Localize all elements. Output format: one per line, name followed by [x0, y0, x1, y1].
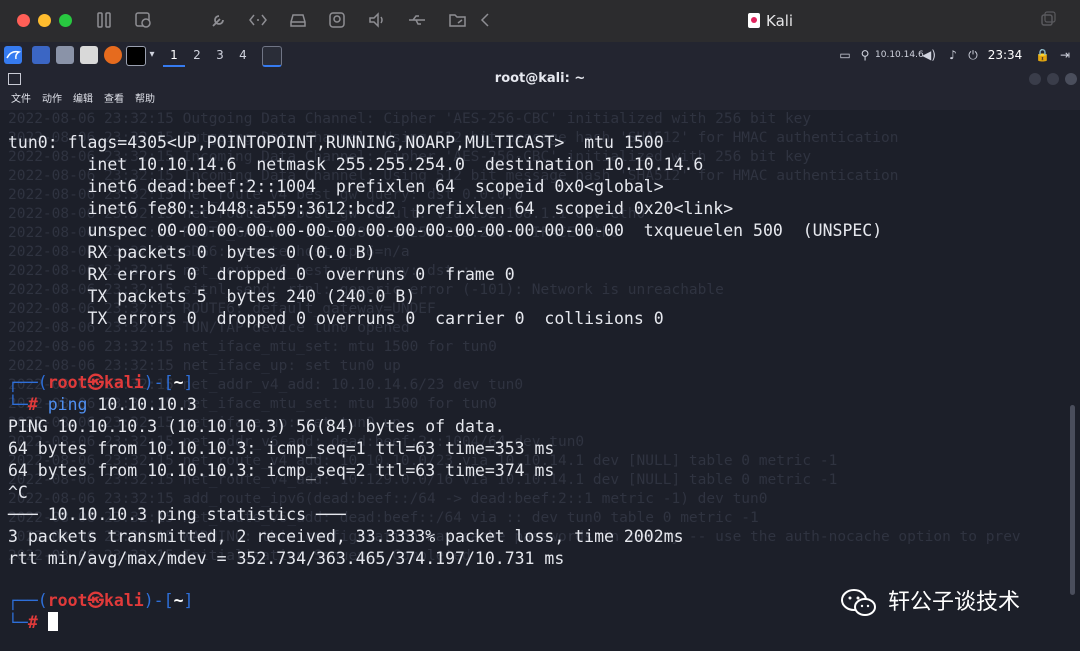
output-line: TX errors 0 dropped 0 overruns 0 carrier…: [8, 309, 664, 328]
clock[interactable]: 23:34: [985, 45, 1025, 65]
output-line: rtt min/avg/max/mdev = 352.734/363.465/3…: [8, 549, 565, 568]
minimize-button[interactable]: [1029, 73, 1041, 85]
menu-view[interactable]: 查看: [104, 92, 124, 108]
zoom-window-button[interactable]: [59, 14, 72, 27]
prompt-at: ㉿: [87, 373, 105, 392]
output-line: inet6 fe80::b448:a559:3612:bcd2 prefixle…: [8, 199, 734, 218]
prompt-dir: ~: [173, 373, 184, 392]
firefox-icon[interactable]: [104, 46, 122, 64]
menu-edit[interactable]: 编辑: [73, 92, 93, 108]
terminal-titlebar: root@kali: ~: [0, 68, 1080, 90]
notification-bell-icon[interactable]: ♪: [946, 45, 960, 65]
prompt-hash: #: [27, 613, 38, 632]
wrench-icon[interactable]: [210, 11, 228, 34]
prompt-host: kali: [104, 591, 144, 610]
prompt-bracket: )-[: [143, 373, 174, 392]
back-icon[interactable]: [479, 11, 491, 34]
kali-vm-icon: [748, 13, 760, 28]
output-line: tun0: flags=4305<UP,POINTOPOINT,RUNNING,…: [8, 133, 664, 152]
chevron-down-icon[interactable]: ▾: [146, 45, 158, 65]
speaker-icon[interactable]: [368, 11, 386, 34]
output-line: RX packets 0 bytes 0 (0.0 B): [8, 243, 376, 262]
scrollbar[interactable]: [1070, 405, 1075, 595]
close-button[interactable]: [1065, 73, 1077, 85]
prompt-at: ㉿: [87, 591, 105, 610]
command-name: ping: [37, 395, 88, 414]
pause-icon[interactable]: [96, 11, 112, 34]
watermark-text: 轩公子谈技术: [888, 590, 1021, 615]
output-line: ^C: [8, 483, 28, 502]
usb-icon[interactable]: [407, 11, 427, 34]
menu-file[interactable]: 文件: [11, 92, 31, 108]
vpn-icon[interactable]: ⚲: [858, 45, 872, 65]
menu-actions[interactable]: 动作: [42, 92, 62, 108]
prompt-corner: └─: [8, 395, 28, 414]
terminal-menubar: 文件 动作 编辑 查看 帮助: [0, 90, 1080, 110]
output-line: 64 bytes from 10.10.10.3: icmp_seq=2 ttl…: [8, 461, 555, 480]
command-line[interactable]: └─#: [8, 612, 58, 634]
prompt-hash: #: [27, 395, 38, 414]
terminal-icon[interactable]: [126, 46, 146, 66]
minimize-window-button[interactable]: [38, 14, 51, 27]
snapshot-icon[interactable]: [134, 11, 152, 34]
command-line: └─# ping 10.10.10.3: [8, 394, 197, 416]
prompt-bracket: ┌──(: [8, 591, 48, 610]
workspace-4[interactable]: 4: [232, 45, 254, 65]
vpn-ip-address: 10.10.14.6: [875, 50, 924, 60]
output-line: inet6 dead:beef:2::1004 prefixlen 64 sco…: [8, 177, 664, 196]
desktop-icon[interactable]: [32, 46, 50, 64]
prompt-user: root: [47, 591, 88, 610]
prompt-corner: └─: [8, 613, 28, 632]
prompt-dir: ~: [173, 591, 184, 610]
camera-icon[interactable]: [328, 11, 346, 34]
prompt-bracket: ┌──(: [8, 373, 48, 392]
monitor-icon[interactable]: ▭: [838, 45, 852, 65]
menu-help[interactable]: 帮助: [135, 92, 155, 108]
vm-title: Kali: [766, 12, 794, 30]
folder-share-icon[interactable]: [448, 11, 468, 34]
code-icon[interactable]: [248, 11, 268, 34]
prompt-bracket: )-[: [143, 591, 174, 610]
text-cursor: [47, 612, 58, 631]
output-line: TX packets 5 bytes 240 (240.0 B): [8, 287, 416, 306]
prompt-bracket: ]: [183, 373, 194, 392]
close-window-button[interactable]: [17, 14, 30, 27]
file-manager-icon[interactable]: [56, 46, 74, 64]
output-line: PING 10.10.10.3 (10.10.10.3) 56(84) byte…: [8, 417, 505, 436]
workspace-3[interactable]: 3: [209, 45, 231, 65]
text-editor-icon[interactable]: [80, 46, 98, 64]
output-line: unspec 00-00-00-00-00-00-00-00-00-00-00-…: [8, 221, 883, 240]
kali-top-panel: ▾ 1 2 3 4 ▭ ⚲ 10.10.14.6 ◀) ♪ ⏻ 23:34 🔒 …: [0, 42, 1080, 69]
prompt-line: ┌──(root㉿kali)-[~]: [8, 372, 193, 394]
kali-menu-icon[interactable]: [4, 46, 22, 64]
taskbar-terminal-icon[interactable]: [262, 46, 282, 67]
terminal-title: root@kali: ~: [494, 71, 586, 86]
volume-icon[interactable]: ◀): [922, 45, 936, 65]
workspace-1[interactable]: 1: [163, 45, 185, 67]
prompt-line: ┌──(root㉿kali)-[~]: [8, 590, 193, 612]
lock-icon[interactable]: 🔒: [1035, 45, 1050, 65]
prompt-user: root: [47, 373, 88, 392]
output-line: ─── 10.10.10.3 ping statistics ───: [8, 505, 346, 524]
output-line: 64 bytes from 10.10.10.3: icmp_seq=1 ttl…: [8, 439, 555, 458]
vm-toolbar: Kali: [0, 0, 1080, 43]
power-icon[interactable]: ⏻: [966, 45, 980, 65]
output-line: RX errors 0 dropped 0 overruns 0 frame 0: [8, 265, 515, 284]
prompt-bracket: ]: [183, 591, 194, 610]
command-args: 10.10.10.3: [87, 395, 197, 414]
output-line: inet 10.10.14.6 netmask 255.255.254.0 de…: [8, 155, 704, 174]
disk-icon[interactable]: [289, 11, 307, 34]
terminal-body[interactable]: 2022-08-06 23:32:15 Outgoing Data Channe…: [0, 110, 1080, 651]
workspace-2[interactable]: 2: [186, 45, 208, 65]
prompt-host: kali: [104, 373, 144, 392]
logout-icon[interactable]: ⇥: [1058, 45, 1072, 65]
wechat-icon: [841, 589, 876, 616]
window-icon[interactable]: [1040, 11, 1056, 32]
maximize-button[interactable]: [1047, 73, 1059, 85]
output-line: 3 packets transmitted, 2 received, 33.33…: [8, 527, 684, 546]
